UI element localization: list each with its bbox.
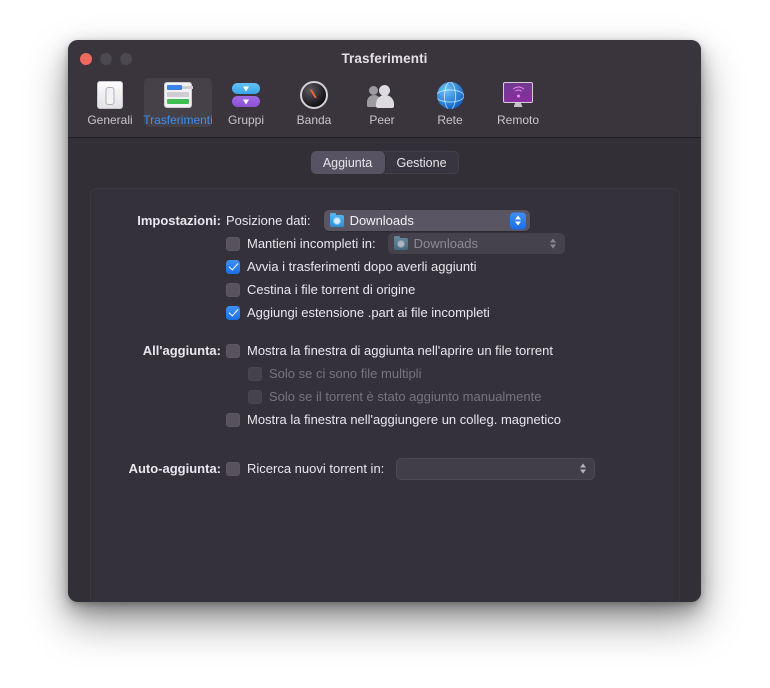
label-mantieni-incompleti: Mantieni incompleti in: xyxy=(247,236,376,251)
toolbar-item-remoto[interactable]: Remoto xyxy=(484,78,552,127)
generali-icon xyxy=(94,79,126,111)
label-estensione-part: Aggiungi estensione .part ai file incomp… xyxy=(247,305,490,320)
group-label-allaggiunta: All'aggiunta: xyxy=(142,343,221,358)
peer-icon xyxy=(366,79,398,111)
window-title: Trasferimenti xyxy=(341,51,428,66)
label-mostra-finestra-torrent: Mostra la finestra di aggiunta nell'apri… xyxy=(247,343,553,358)
label-mostra-finestra-magnetico: Mostra la finestra nell'aggiungere un co… xyxy=(247,412,561,427)
toolbar-label-banda: Banda xyxy=(296,113,332,127)
checkbox-estensione-part[interactable] xyxy=(226,305,240,320)
checkbox-mostra-finestra-magnetico[interactable] xyxy=(226,412,240,427)
title-bar: Trasferimenti xyxy=(68,40,701,78)
group-label-auto-aggiunta: Auto-aggiunta: xyxy=(128,461,221,476)
popup-posizione-dati[interactable]: Downloads xyxy=(323,210,530,231)
popup-posizione-dati-value: Downloads xyxy=(349,213,414,228)
popup-mantieni-incompleti-value: Downloads xyxy=(413,236,478,251)
row-estensione-part: Aggiungi estensione .part ai file incomp… xyxy=(90,302,680,323)
folder-downloads-icon xyxy=(393,235,408,250)
checkbox-cestina-torrent[interactable] xyxy=(226,282,240,297)
label-ricerca-nuovi-torrent: Ricerca nuovi torrent in: xyxy=(247,461,385,476)
rete-icon xyxy=(434,79,466,111)
checkbox-mostra-finestra-torrent[interactable] xyxy=(226,343,240,358)
row-mostra-finestra-torrent: All'aggiunta: Mostra la finestra di aggi… xyxy=(90,340,680,361)
chevron-up-down-icon xyxy=(545,235,561,252)
label-solo-file-multipli: Solo se ci sono file multipli xyxy=(269,366,422,381)
toolbar-label-rete: Rete xyxy=(437,113,463,127)
toolbar-item-peer[interactable]: Peer xyxy=(348,78,416,127)
toolbar-label-peer: Peer xyxy=(369,113,395,127)
toolbar-label-trasferimenti: Trasferimenti xyxy=(143,113,213,127)
row-solo-file-multipli: Solo se ci sono file multipli xyxy=(90,363,680,384)
row-posizione-dati: Impostazioni: Posizione dati: Downloads xyxy=(90,210,680,231)
preferences-toolbar: Generali Trasferimenti Gruppi Banda Peer… xyxy=(68,78,701,138)
row-mantieni-incompleti: Mantieni incompleti in: Downloads xyxy=(90,233,680,254)
settings-panel: Impostazioni: Posizione dati: Downloads … xyxy=(90,188,680,602)
row-mostra-finestra-magnetico: Mostra la finestra nell'aggiungere un co… xyxy=(90,409,680,430)
toolbar-label-generali: Generali xyxy=(87,113,133,127)
checkbox-avvia-trasferimenti[interactable] xyxy=(226,259,240,274)
tab-gestione[interactable]: Gestione xyxy=(385,151,459,174)
popup-mantieni-incompleti[interactable]: Downloads xyxy=(387,233,565,254)
tab-gestione-label: Gestione xyxy=(396,155,447,170)
toolbar-item-gruppi[interactable]: Gruppi xyxy=(212,78,280,127)
chevron-up-down-icon xyxy=(509,212,526,229)
preferences-window: Trasferimenti Generali Trasferimenti Gru… xyxy=(68,40,701,602)
remoto-icon xyxy=(502,79,534,111)
tab-aggiunta-label: Aggiunta xyxy=(322,155,373,170)
banda-icon xyxy=(298,79,330,111)
toolbar-label-gruppi: Gruppi xyxy=(227,113,265,127)
toolbar-item-trasferimenti[interactable]: Trasferimenti xyxy=(143,78,213,127)
row-avvia-trasferimenti: Avvia i trasferimenti dopo averli aggiun… xyxy=(90,256,680,277)
row-solo-aggiunto-manualmente: Solo se il torrent è stato aggiunto manu… xyxy=(90,386,680,407)
row-cestina-torrent: Cestina i file torrent di origine xyxy=(90,279,680,300)
folder-downloads-icon xyxy=(329,212,344,227)
checkbox-solo-file-multipli[interactable] xyxy=(248,366,262,381)
toolbar-item-rete[interactable]: Rete xyxy=(416,78,484,127)
checkbox-mantieni-incompleti[interactable] xyxy=(226,236,240,251)
group-label-impostazioni: Impostazioni: xyxy=(137,213,221,228)
checkbox-ricerca-nuovi-torrent[interactable] xyxy=(226,461,240,476)
settings-form: Impostazioni: Posizione dati: Downloads … xyxy=(90,188,680,481)
tab-bar: Aggiunta Gestione xyxy=(310,151,459,174)
label-avvia-trasferimenti: Avvia i trasferimenti dopo averli aggiun… xyxy=(247,259,477,274)
trasferimenti-icon xyxy=(162,79,194,111)
chevron-up-down-icon xyxy=(575,460,591,477)
gruppi-icon xyxy=(230,79,262,111)
toolbar-item-generali[interactable]: Generali xyxy=(76,78,144,127)
popup-ricerca-cartella[interactable] xyxy=(396,457,596,480)
toolbar-item-banda[interactable]: Banda xyxy=(280,78,348,127)
tab-aggiunta[interactable]: Aggiunta xyxy=(310,151,385,174)
preferences-content: Aggiunta Gestione Impostazioni: Posizion… xyxy=(68,138,701,602)
toolbar-label-remoto: Remoto xyxy=(496,113,540,127)
row-ricerca-nuovi-torrent: Auto-aggiunta: Ricerca nuovi torrent in: xyxy=(90,457,680,480)
label-solo-aggiunto-manualmente: Solo se il torrent è stato aggiunto manu… xyxy=(269,389,542,404)
label-posizione-dati: Posizione dati: xyxy=(226,213,311,228)
label-cestina-torrent: Cestina i file torrent di origine xyxy=(247,282,416,297)
checkbox-solo-aggiunto-manualmente[interactable] xyxy=(248,389,262,404)
